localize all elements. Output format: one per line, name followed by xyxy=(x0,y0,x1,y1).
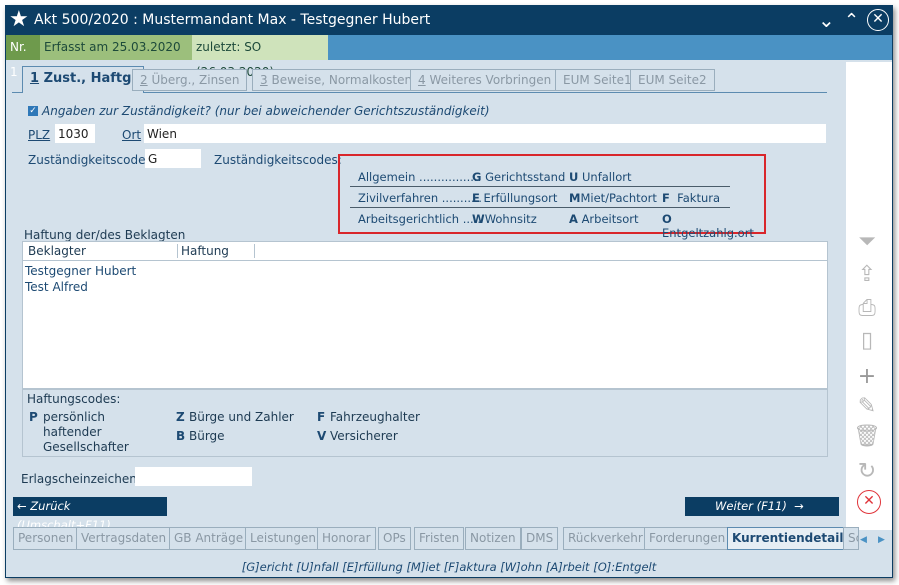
column-haftung[interactable]: Haftung xyxy=(181,244,255,258)
code-entry: Bürge xyxy=(189,429,225,443)
tab-beweise[interactable]: 3 Beweise, Normalkosten xyxy=(252,69,421,91)
bottom-tab[interactable]: Leistungen xyxy=(245,527,321,550)
trash-icon[interactable]: 🗑 xyxy=(852,424,882,450)
tab-zust-haftg[interactable]: 1 Zust., Haftg. xyxy=(22,66,145,93)
bottom-tab[interactable]: DMS xyxy=(521,527,559,550)
ort-label: Ort xyxy=(122,128,142,142)
document-icon[interactable]: ▯ xyxy=(852,328,882,354)
bottom-tab[interactable]: Notizen xyxy=(465,527,521,550)
bottom-tab[interactable]: Fristen xyxy=(414,527,465,550)
code-category: Arbeitsgerichtlich ..... xyxy=(358,212,482,226)
bottom-tab[interactable]: Kurrentiendetails xyxy=(727,527,856,550)
tab-uberg-zinsen[interactable]: 2 Überg., Zinsen xyxy=(132,69,248,91)
code-entry: A Arbeitsort xyxy=(569,212,639,226)
code-entry: Fahrzeughalter xyxy=(330,410,420,424)
ort-input[interactable] xyxy=(144,124,826,143)
tab-eum-seite2[interactable]: EUM Seite2 xyxy=(630,69,715,91)
code-input[interactable] xyxy=(145,149,201,168)
status-bar: [G]ericht [U]nfall [E]rfüllung [M]iet [F… xyxy=(241,560,657,574)
code-entry: Bürge und Zahler xyxy=(189,410,294,424)
tab-eum-seite1[interactable]: EUM Seite1 xyxy=(555,69,640,91)
zustaendigkeit-checkbox[interactable]: ✓ xyxy=(28,106,38,116)
haftung-table: Beklagter Haftung Testgegner Hubert Test… xyxy=(22,241,828,389)
table-row[interactable]: Testgegner Hubert xyxy=(25,264,136,278)
plus-icon[interactable]: + xyxy=(852,364,882,390)
code-category: Allgemein ................. xyxy=(358,170,482,184)
next-button[interactable]: Weiter (F11) → xyxy=(685,497,839,516)
filter-icon[interactable]: ⏷ xyxy=(852,229,882,255)
code-entry: Versicherer xyxy=(330,429,398,443)
pencil-icon[interactable]: ✎ xyxy=(852,394,882,420)
bottom-tab[interactable]: Rückverkehr xyxy=(563,527,648,550)
erlag-input[interactable] xyxy=(135,467,252,486)
scroll-left-icon[interactable]: ◀ xyxy=(860,535,867,545)
title-bar: ★ Akt 500/2020 : Mustermandant Max - Tes… xyxy=(6,6,892,35)
code-entry: U Unfallort xyxy=(569,170,632,184)
bottom-tab[interactable]: Personen xyxy=(13,527,79,550)
code-entry: O Entgeltzahlg.ort xyxy=(662,212,754,240)
haftungscodes-legend: Haftungscodes: Ppersönlich haftender Ges… xyxy=(22,389,828,457)
code-entry: F Faktura xyxy=(662,191,721,205)
share-icon[interactable]: ⇪ xyxy=(852,262,882,288)
haftung-title: Haftung der/des Beklagten xyxy=(24,228,186,242)
codes-label: Zuständigkeitscodes: xyxy=(214,153,342,167)
bottom-tab[interactable]: GB Anträge xyxy=(169,527,249,550)
code-entry: WWohnsitz xyxy=(472,212,537,226)
code-label: Zuständigkeitscode(s) xyxy=(28,153,162,167)
collapse-icon[interactable]: ⌄ xyxy=(818,8,835,32)
back-button[interactable]: ← Zurück (Umschalt+F11) xyxy=(13,497,167,532)
last-modified-info: zuletzt: SO (26.03.2020) xyxy=(192,35,328,79)
plz-input[interactable] xyxy=(55,124,95,143)
code-entry: G Gerichtsstand xyxy=(472,170,566,184)
created-info: Erfasst am 25.03.2020 (SO) xyxy=(40,35,192,79)
code-entry: MMiet/Pachtort xyxy=(569,191,657,205)
code-category: Zivilverfahren ........... xyxy=(358,191,482,205)
bottom-tab[interactable]: Vertragsdaten xyxy=(76,527,172,550)
tab-weiteres-vorbringen[interactable]: 4 Weiteres Vorbringen xyxy=(410,69,560,91)
erlag-label: Erlagscheinzeichen xyxy=(21,472,137,486)
zustaendigkeitscodes-legend: Allgemein ................. G Gerichtsst… xyxy=(338,154,766,240)
code-entry: E Erfüllungsort xyxy=(472,191,558,205)
checkbox-label: Angaben zur Zuständigkeit? (nur bei abwe… xyxy=(42,104,490,118)
haftungscodes-title: Haftungscodes: xyxy=(27,392,121,406)
scroll-right-icon[interactable]: ▶ xyxy=(878,535,885,545)
bottom-tab[interactable]: OPs xyxy=(378,527,411,550)
refresh-icon[interactable]: ↻ xyxy=(852,459,882,485)
table-row[interactable]: Test Alfred xyxy=(25,280,88,294)
star-icon[interactable]: ★ xyxy=(9,7,29,32)
close-circle-icon[interactable]: ✕ xyxy=(857,490,881,514)
bottom-tab[interactable]: Honorar xyxy=(317,527,376,550)
bottom-tab[interactable]: Forderungen xyxy=(644,527,731,550)
window-title: Akt 500/2020 : Mustermandant Max - Testg… xyxy=(34,12,431,28)
info-bar: Nr. 1 Erfasst am 25.03.2020 (SO) zuletzt… xyxy=(6,35,892,79)
code-entry: persönlich haftender Gesellschafter xyxy=(43,410,129,454)
bottom-tab[interactable]: Sc xyxy=(843,527,859,550)
table-header: Beklagter Haftung xyxy=(23,242,827,261)
print-icon[interactable]: ⎙ xyxy=(852,296,882,322)
record-number: Nr. 1 xyxy=(6,35,40,79)
plz-label: PLZ xyxy=(28,128,51,142)
close-icon[interactable]: ✕ xyxy=(867,9,889,31)
expand-icon[interactable]: ⌃ xyxy=(844,10,859,31)
column-beklagter[interactable]: Beklagter xyxy=(28,244,178,258)
